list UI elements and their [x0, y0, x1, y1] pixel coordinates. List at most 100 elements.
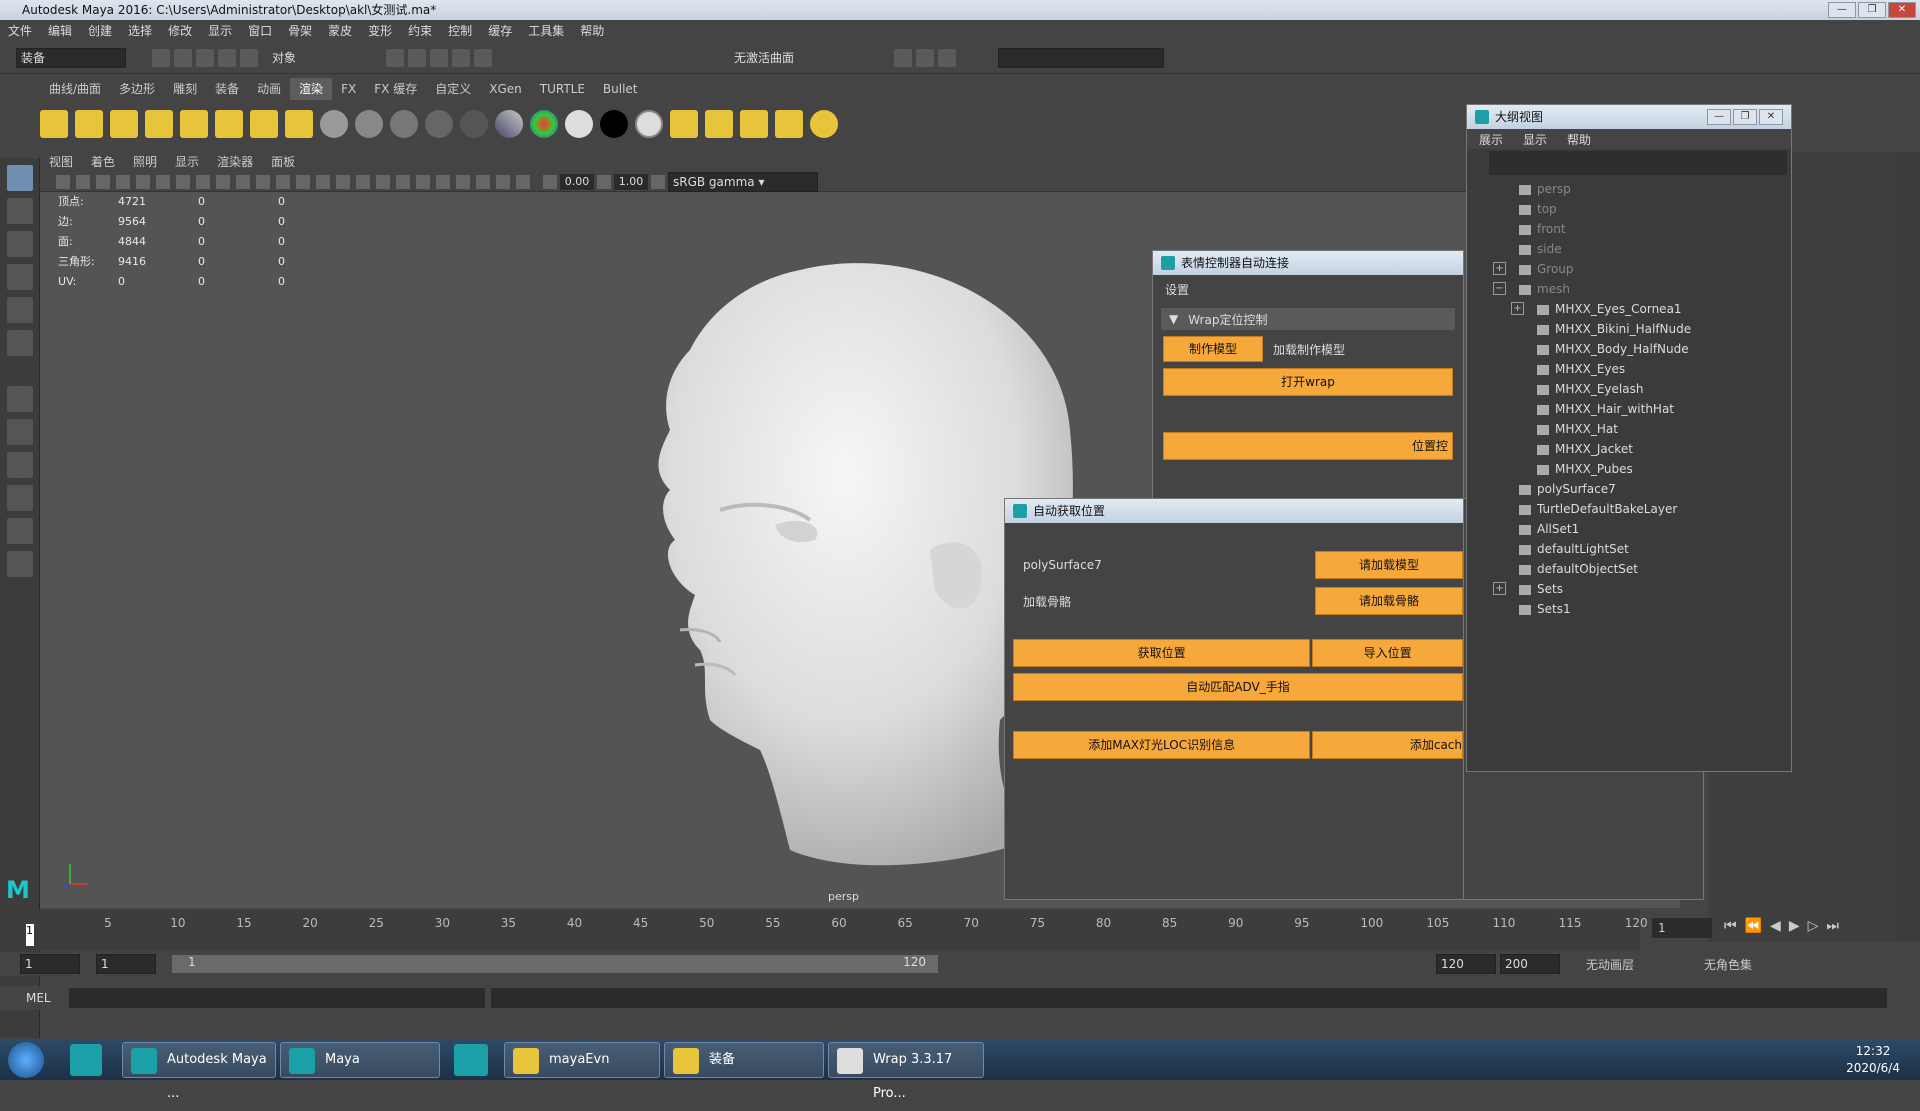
point-light-icon[interactable]	[110, 110, 138, 138]
maya-pinned-icon[interactable]	[70, 1044, 102, 1076]
gamma-icon[interactable]	[597, 174, 611, 189]
panel-menu-item[interactable]: 显示	[166, 152, 208, 172]
area-light-icon[interactable]	[180, 110, 208, 138]
menu-item[interactable]: 控制	[440, 20, 480, 42]
load-model-button[interactable]: 请加载模型	[1315, 551, 1463, 579]
selection-mode-label[interactable]: 对象	[272, 49, 296, 66]
outliner-item[interactable]: polySurface7	[1467, 479, 1791, 499]
outliner-item[interactable]: MHXX_Hat	[1467, 419, 1791, 439]
menu-item[interactable]: 蒙皮	[320, 20, 360, 42]
xray-icon[interactable]	[396, 174, 410, 189]
hypershade-icon[interactable]	[530, 110, 558, 138]
maya-pinned-icon-2[interactable]	[454, 1044, 488, 1076]
wireframe-on-shaded-icon[interactable]	[316, 174, 330, 189]
render-view-icon[interactable]	[670, 110, 698, 138]
outliner-item[interactable]: persp	[1467, 179, 1791, 199]
make-model-button[interactable]: 制作模型	[1163, 336, 1263, 362]
close-button[interactable]: ✕	[1888, 2, 1916, 18]
mel-input[interactable]	[68, 988, 485, 1008]
batch-render-icon[interactable]	[810, 110, 838, 138]
outliner-item[interactable]: front	[1467, 219, 1791, 239]
shelf-tab[interactable]: 装备	[206, 78, 248, 100]
volume-light-icon[interactable]	[215, 110, 243, 138]
camera-attributes-icon[interactable]	[76, 174, 90, 189]
use-background-icon[interactable]	[635, 110, 663, 138]
save-scene-icon[interactable]	[196, 48, 214, 67]
snap-plane-icon[interactable]	[452, 48, 471, 67]
outliner-item[interactable]: MHXX_Bikini_HalfNude	[1467, 319, 1791, 339]
rotate-tool-icon[interactable]	[7, 297, 33, 323]
menu-item[interactable]: 工具集	[520, 20, 572, 42]
menu-item[interactable]: 变形	[360, 20, 400, 42]
outliner-item[interactable]: defaultObjectSet	[1467, 559, 1791, 579]
outliner-item[interactable]: side	[1467, 239, 1791, 259]
expand-toggle-icon[interactable]: +	[1493, 262, 1506, 275]
panel-menu-item[interactable]: 着色	[82, 152, 124, 172]
smooth-shade-icon[interactable]	[296, 174, 310, 189]
menu-set-select[interactable]: 装备	[16, 47, 126, 68]
shelf-tab[interactable]: 动画	[248, 78, 290, 100]
menu-item[interactable]: 编辑	[40, 20, 80, 42]
open-wrap-button[interactable]: 打开wrap	[1163, 368, 1453, 396]
menu-item[interactable]: 修改	[160, 20, 200, 42]
safe-title-icon[interactable]	[256, 174, 270, 189]
add-cache-button[interactable]: 添加cach	[1312, 731, 1463, 759]
shelf-tab[interactable]: 自定义	[426, 78, 480, 100]
ramp-shader-icon[interactable]	[495, 110, 523, 138]
spot-light-icon[interactable]	[145, 110, 173, 138]
task-wrap[interactable]: Wrap 3.3.17 Pro...	[828, 1042, 984, 1101]
range-slider-bar[interactable]: 1 120	[172, 955, 938, 973]
get-position-button[interactable]: 获取位置	[1013, 639, 1311, 667]
snap-point-icon[interactable]	[430, 48, 449, 67]
ambient-light-icon[interactable]	[40, 110, 68, 138]
ipr-icon[interactable]	[740, 110, 768, 138]
open-scene-icon[interactable]	[174, 48, 192, 67]
grid-icon[interactable]	[136, 174, 150, 189]
shelf-tab[interactable]: FX 缓存	[365, 78, 426, 100]
go-end-icon[interactable]: ⏭	[1826, 918, 1839, 934]
start-time-field[interactable]: 1	[20, 954, 80, 974]
outliner-item[interactable]: top	[1467, 199, 1791, 219]
outliner-item[interactable]: + Sets	[1467, 579, 1791, 599]
layout-hypershade-icon[interactable]	[7, 551, 33, 577]
view-transform-select[interactable]: sRGB gamma ▾	[668, 171, 818, 192]
panel-menu-item[interactable]: 面板	[262, 152, 304, 172]
render-settings-icon[interactable]	[938, 48, 957, 67]
lambert-icon[interactable]	[355, 110, 383, 138]
render-globals-icon[interactable]	[775, 110, 803, 138]
playback-end-field[interactable]: 120	[1436, 954, 1496, 974]
outliner-minimize[interactable]: —	[1707, 109, 1731, 125]
redo-icon[interactable]	[240, 48, 258, 67]
menu-item[interactable]: 显示	[200, 20, 240, 42]
four-view-icon[interactable]	[7, 419, 33, 445]
expand-toggle-icon[interactable]: +	[1511, 302, 1524, 315]
menu-item[interactable]: 选择	[120, 20, 160, 42]
current-frame-marker[interactable]: 1	[26, 924, 34, 946]
select-camera-icon[interactable]	[56, 174, 70, 189]
menu-item[interactable]: 创建	[80, 20, 120, 42]
outliner-item[interactable]: MHXX_Eyelash	[1467, 379, 1791, 399]
panel-menu-item[interactable]: 渲染器	[208, 152, 262, 172]
shelf-tab[interactable]: XGen	[480, 78, 531, 100]
time-slider[interactable]: 1 5 10 15 20 25 30 35 40 45 50 55 60 65 70 75 80 85 90 95 1…	[24, 910, 1648, 950]
ipr-render-icon[interactable]	[916, 48, 935, 67]
shelf-tab[interactable]: 雕刻	[164, 78, 206, 100]
start-button-icon[interactable]	[8, 1042, 44, 1078]
image-plane-icon[interactable]	[116, 174, 130, 189]
anisotropic-icon[interactable]	[460, 110, 488, 138]
panel-menu-item[interactable]: 照明	[124, 152, 166, 172]
shelf-tab[interactable]: FX	[332, 78, 365, 100]
exposure-icon[interactable]	[543, 174, 557, 189]
color-management-icon[interactable]	[651, 174, 665, 189]
outliner-item[interactable]: MHXX_Eyes	[1467, 359, 1791, 379]
step-forward-icon[interactable]: ▷	[1808, 918, 1819, 934]
motion-blur-icon[interactable]	[476, 174, 490, 189]
expand-toggle-icon[interactable]: +	[1493, 582, 1506, 595]
camera-icon[interactable]	[250, 110, 278, 138]
outliner-item[interactable]: AllSet1	[1467, 519, 1791, 539]
blinn-icon[interactable]	[320, 110, 348, 138]
wireframe-icon[interactable]	[276, 174, 290, 189]
phonge-icon[interactable]	[425, 110, 453, 138]
outliner-item[interactable]: MHXX_Pubes	[1467, 459, 1791, 479]
outliner-item[interactable]: TurtleDefaultBakeLayer	[1467, 499, 1791, 519]
